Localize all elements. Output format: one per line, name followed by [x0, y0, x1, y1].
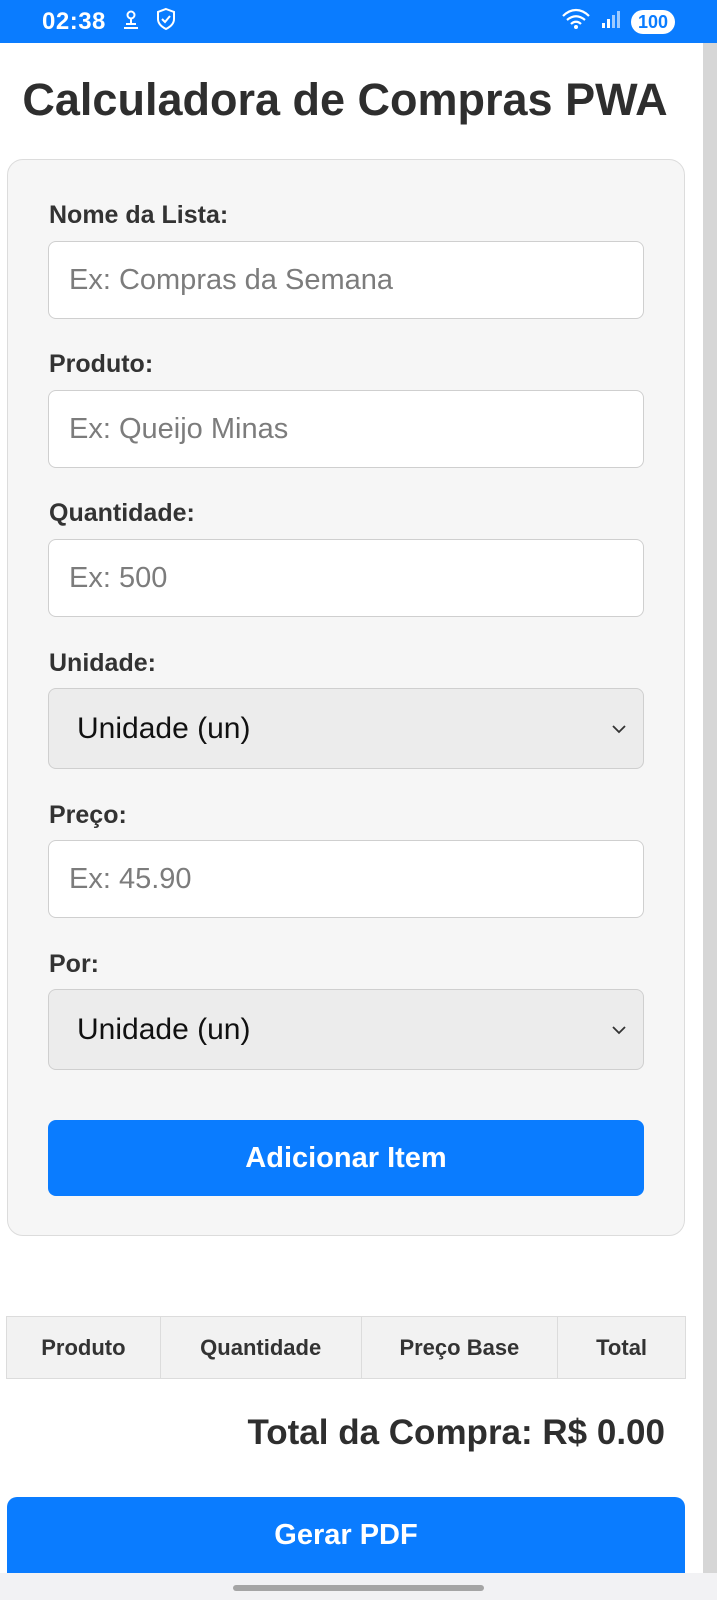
wifi-icon [561, 8, 591, 35]
column-header-base-price: Preço Base [360, 1316, 559, 1379]
status-bar: 02:38 100 [0, 0, 717, 43]
purchase-total: Total da Compra: R$ 0.00 [247, 1413, 665, 1452]
table-header-row: Produto Quantidade Preço Base Total [6, 1316, 686, 1379]
page-title: Calculadora de Compras PWA [22, 74, 668, 125]
unit-select[interactable]: Unidade (un) [48, 688, 644, 769]
unit-label: Unidade: [49, 649, 156, 677]
status-left: 02:38 [42, 7, 176, 36]
product-input[interactable] [48, 390, 644, 468]
page-scrollbar[interactable] [703, 43, 717, 1600]
per-label: Por: [49, 950, 99, 978]
app-page: 02:38 100 Calculadora de Compras PWA Nom… [0, 0, 717, 1600]
chevron-down-icon [612, 724, 626, 733]
hotspot-icon [118, 7, 144, 36]
shield-icon [156, 7, 176, 36]
quantity-input[interactable] [48, 539, 644, 617]
battery-indicator: 100 [630, 9, 675, 34]
status-time: 02:38 [42, 7, 106, 35]
home-indicator[interactable] [233, 1585, 484, 1591]
column-header-product: Produto [6, 1316, 161, 1379]
generate-pdf-button[interactable]: Gerar PDF [7, 1497, 685, 1573]
price-input[interactable] [48, 840, 644, 918]
product-label: Produto: [49, 350, 154, 378]
add-item-button[interactable]: Adicionar Item [48, 1120, 644, 1196]
list-name-label: Nome da Lista: [49, 201, 229, 229]
status-right: 100 [561, 8, 675, 35]
unit-select-value: Unidade (un) [77, 711, 251, 745]
column-header-quantity: Quantidade [159, 1316, 362, 1379]
chevron-down-icon [612, 1025, 626, 1034]
per-select[interactable]: Unidade (un) [48, 989, 644, 1070]
price-label: Preço: [49, 801, 127, 829]
per-select-value: Unidade (un) [77, 1012, 251, 1046]
quantity-label: Quantidade: [49, 499, 195, 527]
list-name-input[interactable] [48, 241, 644, 319]
items-table: Produto Quantidade Preço Base Total [6, 1316, 686, 1379]
column-header-total: Total [557, 1316, 686, 1379]
signal-icon [601, 9, 621, 34]
item-form-card: Nome da Lista: Produto: Quantidade: Unid… [7, 159, 685, 1236]
